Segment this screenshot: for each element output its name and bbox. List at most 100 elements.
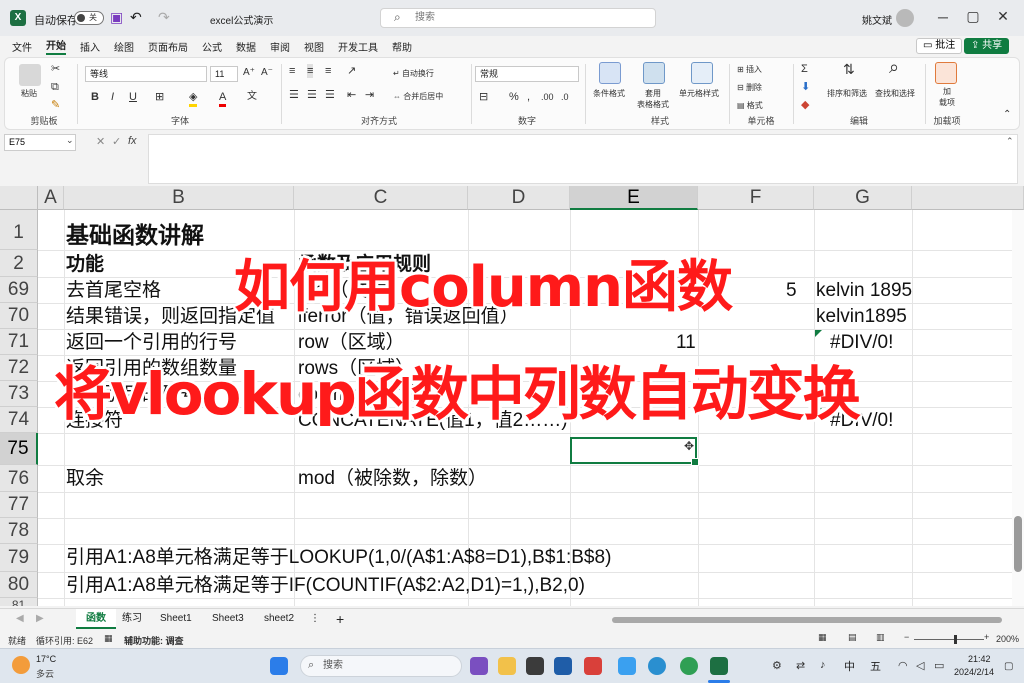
addins-icon[interactable] (935, 62, 957, 84)
notification-icon[interactable]: ▢ (1004, 661, 1013, 672)
font-color-icon[interactable]: A (219, 90, 227, 107)
table-format-icon[interactable] (643, 62, 665, 84)
horizontal-scroll-thumb[interactable] (612, 617, 1002, 623)
phonetic-icon[interactable]: 文 (247, 90, 257, 104)
row-header[interactable]: 80 (0, 572, 38, 598)
row-header[interactable]: 73 (0, 381, 38, 407)
increase-decimal-icon[interactable]: .00 (541, 90, 554, 104)
addins-label[interactable]: 加 载项 (937, 86, 957, 108)
accounting-icon[interactable]: ⊟ (479, 90, 488, 104)
app-icon-5[interactable] (680, 657, 698, 675)
table-cell[interactable]: kelvin 1895 (816, 278, 912, 304)
table-cell[interactable]: 取余 (66, 466, 104, 492)
vertical-scroll-thumb[interactable] (1014, 516, 1022, 572)
paste-icon[interactable] (19, 64, 41, 86)
task-view-icon[interactable] (470, 657, 488, 675)
row-header[interactable]: 78 (0, 518, 38, 544)
app-icon-1[interactable] (526, 657, 544, 675)
redo-icon[interactable]: ↷ (158, 9, 170, 26)
comma-icon[interactable]: , (527, 90, 530, 104)
table-cell[interactable]: #DIV/0! (830, 330, 893, 356)
sort-filter-label[interactable]: 排序和筛选 (827, 88, 867, 99)
row-header[interactable]: 2 (0, 250, 38, 277)
column-header-e[interactable]: E (570, 186, 698, 210)
column-header-b[interactable]: B (64, 186, 294, 210)
enter-icon[interactable]: ✓ (112, 135, 121, 148)
maximize-icon[interactable]: ▢ (958, 8, 988, 25)
grow-font-icon[interactable]: A⁺ (243, 66, 255, 80)
insert-function-icon[interactable]: fx (128, 135, 137, 147)
start-icon[interactable] (270, 657, 288, 675)
app-icon-3[interactable] (584, 657, 602, 675)
table-cell[interactable]: 11 (676, 330, 696, 356)
decrease-decimal-icon[interactable]: .0 (561, 90, 569, 104)
find-select-label[interactable]: 查找和选择 (875, 88, 915, 99)
volume-icon[interactable]: ◁ (916, 659, 924, 672)
border-icon[interactable]: ⊞ (155, 90, 164, 104)
align-center-icon[interactable]: ☰ (307, 88, 317, 102)
delete-cells-button[interactable]: ⊟ 删除 (737, 82, 762, 93)
tray-icon-2[interactable]: ⇄ (796, 659, 805, 672)
tab-data[interactable]: 数据 (236, 39, 256, 54)
row-header[interactable]: 75 (0, 433, 38, 465)
row-header[interactable]: 1 (0, 210, 38, 250)
undo-icon[interactable]: ↶ (130, 9, 142, 26)
active-cell-e75[interactable] (570, 437, 699, 466)
edge-icon[interactable] (648, 657, 666, 675)
tab-file[interactable]: 文件 (12, 39, 32, 54)
table-cell[interactable]: 5 (786, 278, 797, 304)
conditional-format-label[interactable]: 条件格式 (593, 88, 625, 99)
tab-review[interactable]: 审阅 (270, 39, 290, 54)
align-bottom-icon[interactable]: ≡ (325, 64, 331, 78)
table-cell[interactable]: row（区域） (298, 330, 405, 356)
indent-icon[interactable]: ⇤ (347, 88, 356, 102)
table-cell[interactable]: 去首尾空格 (66, 278, 161, 304)
copy-icon[interactable]: ⧉ (51, 80, 59, 94)
fill-color-icon[interactable]: ◈ (189, 90, 198, 107)
avatar[interactable] (896, 9, 914, 27)
align-middle-icon[interactable]: ≡ (307, 64, 314, 78)
tab-developer[interactable]: 开发工具 (338, 39, 378, 54)
conditional-format-icon[interactable] (599, 62, 621, 84)
autosave-toggle[interactable]: 关 (74, 11, 104, 25)
collapse-ribbon-icon[interactable]: ⌃ (1003, 108, 1011, 122)
formula-text-cell[interactable]: 引用A1:A8单元格满足等于IF(COUNTIF(A$2:A2,D1)=1,),… (66, 573, 585, 599)
sheet-tab-practice[interactable]: 练习 (112, 609, 152, 629)
select-all-button[interactable] (0, 186, 38, 210)
page-layout-icon[interactable]: ▤ (848, 632, 857, 643)
tab-view[interactable]: 视图 (304, 39, 324, 54)
bold-icon[interactable]: B (91, 90, 99, 104)
file-explorer-icon[interactable] (498, 657, 516, 675)
find-select-icon[interactable]: ⌕ (889, 58, 899, 76)
fill-icon[interactable]: ⬇ (801, 80, 810, 94)
column-header-g[interactable]: G (814, 186, 912, 210)
row-header[interactable]: 71 (0, 329, 38, 355)
search-input[interactable]: 搜索 (380, 8, 656, 28)
column-header-d[interactable]: D (468, 186, 570, 210)
row-header[interactable]: 74 (0, 407, 38, 433)
insert-cells-button[interactable]: ⊞ 插入 (737, 64, 762, 75)
clock-date[interactable]: 2024/2/14 (954, 667, 994, 677)
sheet-tab-sheet2[interactable]: sheet2 (254, 609, 304, 629)
zoom-slider[interactable] (914, 639, 984, 640)
ime-mode[interactable]: 五 (870, 658, 881, 674)
shrink-font-icon[interactable]: A⁻ (261, 66, 273, 80)
name-box-chevron-icon[interactable]: ⌄ (66, 135, 74, 146)
add-sheet-icon[interactable]: + (326, 609, 354, 629)
expand-formula-icon[interactable]: ⌃ (1006, 136, 1014, 147)
normal-view-icon[interactable]: ▦ (818, 632, 827, 643)
zoom-slider-thumb[interactable] (954, 635, 957, 644)
minimize-icon[interactable]: ─ (928, 9, 958, 25)
merge-center-button[interactable]: ⇔ 合并后居中 (393, 91, 443, 102)
header-cell[interactable]: 功能 (66, 252, 104, 278)
table-cell[interactable]: kelvin1895 (816, 304, 907, 330)
font-size-select[interactable]: 11 (210, 66, 238, 82)
format-cells-button[interactable]: ▤ 格式 (737, 100, 763, 111)
comment-button[interactable]: ▭ 批注 (916, 38, 963, 54)
row-header[interactable]: 69 (0, 277, 38, 303)
formula-input[interactable] (148, 134, 1018, 184)
wrap-text-button[interactable]: ↵ 自动换行 (393, 68, 434, 79)
table-cell[interactable]: mod（被除数，除数） (298, 466, 487, 492)
macro-icon[interactable]: ▦ (104, 633, 113, 644)
ime-language[interactable]: 中 (844, 658, 855, 674)
